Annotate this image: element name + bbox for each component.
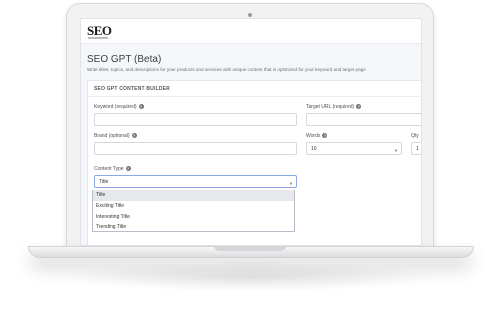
words-select-value: 10	[311, 146, 317, 152]
keyword-input[interactable]	[94, 113, 297, 126]
logo-underline	[88, 37, 108, 39]
dropdown-option-exciting-title[interactable]: Exciting Title	[93, 201, 294, 212]
question-circle-icon[interactable]: ?	[131, 133, 137, 138]
question-circle-icon[interactable]: ?	[138, 104, 144, 109]
card-title: SEO GPT CONTENT BUILDER	[94, 86, 170, 92]
qty-input[interactable]: 1	[411, 142, 421, 155]
laptop-notch	[214, 246, 286, 251]
top-bar: SEO	[81, 19, 421, 44]
brand-label: Brand (optional)?	[94, 133, 137, 139]
words-select[interactable]: 10 ▼	[306, 142, 402, 155]
keyword-label-text: Keyword (required)	[94, 104, 137, 110]
target-url-label-text: Target URL (required)	[306, 104, 355, 110]
dropdown-option-title[interactable]: Title	[93, 190, 294, 201]
content-type-label-text: Content Type	[94, 166, 124, 172]
brand-input[interactable]	[94, 142, 297, 155]
brand-label-text: Brand (optional)	[94, 133, 130, 139]
content-type-dropdown[interactable]: Title Exciting Title Interesting Title T…	[92, 190, 295, 232]
dropdown-option-trending-title[interactable]: Trending Title	[93, 222, 294, 233]
chevron-down-icon: ▼	[394, 148, 398, 153]
content-type-select-value: Title	[99, 179, 109, 185]
content-type-select[interactable]: Title ▼	[94, 175, 297, 188]
dropdown-option-interesting-title[interactable]: Interesting Title	[93, 212, 294, 223]
card-header: SEO GPT CONTENT BUILDER	[88, 81, 421, 97]
chevron-down-icon: ▼	[289, 181, 293, 186]
target-url-label: Target URL (required)?	[306, 104, 362, 110]
target-url-input[interactable]	[306, 113, 421, 126]
page-description: Write titles, topics, and descriptions f…	[87, 67, 366, 72]
page-title: SEO GPT (Beta)	[87, 54, 162, 65]
camera-icon	[248, 13, 252, 17]
question-circle-icon[interactable]: ?	[356, 104, 362, 109]
qty-label-text: Qty	[411, 133, 419, 139]
keyword-label: Keyword (required)?	[94, 104, 144, 110]
laptop-shadow	[60, 262, 440, 292]
question-circle-icon[interactable]: ?	[420, 133, 421, 138]
content-type-label: Content Type?	[94, 166, 131, 172]
words-label: Words?	[306, 133, 328, 139]
question-circle-icon[interactable]: ?	[125, 166, 131, 171]
words-label-text: Words	[306, 133, 321, 139]
qty-label: Qty?	[411, 133, 421, 139]
question-circle-icon[interactable]: ?	[322, 133, 328, 138]
